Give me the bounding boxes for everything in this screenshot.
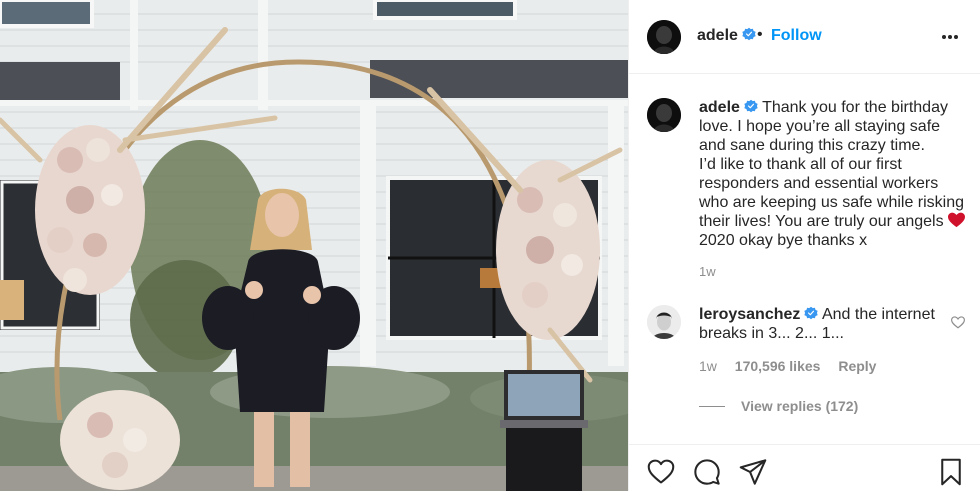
caption-avatar[interactable] xyxy=(647,98,681,132)
author-avatar[interactable] xyxy=(647,20,681,54)
more-options-icon[interactable] xyxy=(942,30,962,44)
post-caption: adele Thank you for the birthday love. I… xyxy=(699,98,971,250)
avatar-image xyxy=(647,305,681,339)
bookmark-icon[interactable] xyxy=(937,458,965,486)
commenter-avatar[interactable] xyxy=(647,305,681,339)
commenter-username[interactable]: leroysanchez xyxy=(699,306,800,323)
post-photo[interactable] xyxy=(0,0,628,491)
caption-paragraph-3: 2020 okay bye thanks x xyxy=(699,231,971,250)
verified-badge-icon xyxy=(804,306,819,320)
reply-button[interactable]: Reply xyxy=(838,358,876,374)
heart-icon[interactable] xyxy=(647,458,675,486)
more-dot-1 xyxy=(942,35,946,39)
view-replies-button[interactable]: View replies (172) xyxy=(699,398,858,414)
caption-paragraph-1: adele Thank you for the birthday love. I… xyxy=(699,98,971,155)
comment-icon[interactable] xyxy=(693,458,721,486)
photo-illustration xyxy=(0,0,628,491)
view-replies-divider xyxy=(699,406,725,407)
comment-likes-count[interactable]: 170,596 likes xyxy=(735,358,821,374)
caption-line-3: 2020 okay bye thanks x xyxy=(699,232,868,249)
follow-button[interactable]: Follow xyxy=(771,27,822,45)
caption-username[interactable]: adele xyxy=(699,99,740,116)
avatar-image xyxy=(647,98,681,132)
red-heart-emoji-icon xyxy=(948,212,966,228)
caption-line-2: I’d like to thank all of our first respo… xyxy=(699,156,965,230)
comment-meta: 1w 170,596 likes Reply xyxy=(699,358,890,374)
caption-paragraph-2: I’d like to thank all of our first respo… xyxy=(699,155,971,231)
share-icon[interactable] xyxy=(739,458,767,486)
author-username[interactable]: adele xyxy=(697,27,756,45)
view-replies-label[interactable]: View replies (172) xyxy=(741,398,858,414)
more-dot-3 xyxy=(954,35,958,39)
verified-badge-icon xyxy=(744,99,758,113)
avatar-image xyxy=(647,20,681,54)
post-header: adele • Follow xyxy=(629,0,980,74)
action-bar xyxy=(629,444,980,491)
more-dot-2 xyxy=(948,35,952,39)
separator-dot: • xyxy=(757,26,763,43)
comment: leroysanchez And the internet breaks in … xyxy=(699,305,949,343)
verified-badge-icon xyxy=(742,27,756,41)
author-username-text[interactable]: adele xyxy=(697,27,738,44)
caption-timestamp[interactable]: 1w xyxy=(699,264,716,279)
comment-timestamp[interactable]: 1w xyxy=(699,358,717,374)
post-sidebar: adele • Follow adele Thank you for the b… xyxy=(628,0,980,491)
comment-like-heart-icon[interactable] xyxy=(951,316,965,329)
